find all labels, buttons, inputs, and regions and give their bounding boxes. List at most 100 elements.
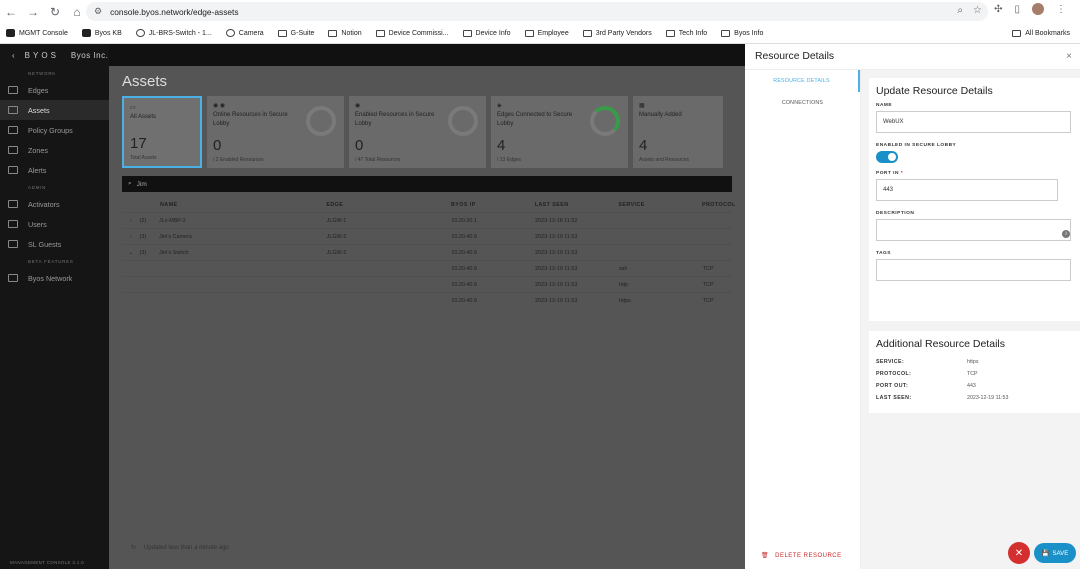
col-service[interactable]: SERVICE [618, 202, 702, 208]
card-edges-connected[interactable]: ◈ Edges Connected to Secure Lobby 4 / 13… [491, 96, 628, 168]
detail-row: PORT OUT: 443 [876, 383, 976, 389]
bookmark-item[interactable]: G-Suite [277, 29, 314, 37]
table-header: NAME EDGE BYOS IP LAST SEEN SERVICE PROT… [122, 198, 735, 212]
detail-row: LAST SEEN: 2023-12-19 11:53 [876, 395, 1009, 401]
home-icon[interactable]: ⌂ [66, 1, 88, 23]
menu-icon[interactable]: ⋮ [1056, 4, 1066, 15]
collapse-row-icon[interactable]: ⌄ [122, 250, 140, 256]
bookmark-item[interactable]: Device Info [462, 29, 511, 37]
site-settings-icon[interactable]: ⚙ [94, 6, 102, 17]
expand-icon[interactable]: › [122, 234, 140, 240]
col-last-seen[interactable]: LAST SEEN [535, 202, 619, 208]
bookmark-item[interactable]: 3rd Party Vendors [582, 29, 652, 37]
name-field[interactable]: WebUX [876, 111, 1071, 133]
lobby-label: ENABLED IN SECURE LOBBY [876, 143, 957, 148]
version-label: MANAGEMENT CONSOLE 3.1.0 [10, 560, 84, 565]
table-row[interactable]: › (2) JLx-MBP-2 JLGW-1 10.20.20.1 2023-1… [122, 212, 732, 228]
sidebar-item-policy-groups[interactable]: Policy Groups [0, 120, 109, 140]
tags-field[interactable] [876, 259, 1071, 281]
tags-label: TAGS [876, 251, 891, 256]
refresh-icon[interactable]: ↻ [131, 544, 136, 551]
bookmark-item[interactable]: Camera [225, 29, 264, 37]
reload-icon[interactable]: ↻ [44, 1, 66, 23]
alerts-icon [8, 166, 18, 174]
tab-connections[interactable]: CONNECTIONS [745, 92, 860, 114]
card-online-resources[interactable]: ◉ ◉ Online Resources in Secure Lobby 0 /… [207, 96, 344, 168]
folder-icon [277, 29, 287, 37]
table-subrow[interactable]: 10.20.40.9 2023-12-19 11:53 http TCP [122, 276, 732, 292]
network-icon [8, 274, 18, 282]
folder-icon [1012, 30, 1022, 37]
back-icon[interactable]: ← [0, 1, 22, 23]
bookmark-item[interactable]: MGMT Console [6, 29, 68, 37]
close-icon[interactable]: × [1066, 51, 1072, 62]
sidebar-item-edges[interactable]: Edges [0, 80, 109, 100]
sidebar-item-activators[interactable]: Activators [0, 194, 109, 214]
url-text: console.byos.network/edge-assets [110, 6, 239, 17]
bookmark-item[interactable]: Notion [328, 29, 362, 37]
sidebar-item-sl-guests[interactable]: SL Guests [0, 234, 109, 254]
bookmark-item[interactable]: Employee [524, 29, 569, 37]
col-name[interactable]: NAME [159, 202, 326, 208]
address-bar[interactable]: ⚙ console.byos.network/edge-assets ⌕ ☆ [86, 2, 988, 21]
cancel-button[interactable]: ✕ [1008, 542, 1030, 564]
profile-avatar[interactable] [1032, 3, 1044, 15]
assets-table: NAME EDGE BYOS IP LAST SEEN SERVICE PROT… [122, 198, 735, 308]
bookmark-item[interactable]: Tech Info [665, 29, 707, 37]
table-row[interactable]: ⌄ (3) Jim's Switch JLGW-2 10.20.40.9 202… [122, 244, 732, 260]
expand-icon[interactable]: › [122, 218, 140, 224]
col-byos-ip[interactable]: BYOS IP [451, 202, 535, 208]
bookmark-item[interactable]: JL-BRS-Switch - 1... [135, 29, 212, 37]
tab-resource-details[interactable]: RESOURCE DETAILS [745, 70, 860, 92]
folder-icon [524, 29, 534, 37]
secure-lobby-toggle[interactable] [876, 151, 898, 163]
close-icon: ✕ [1014, 547, 1024, 559]
users-icon [8, 220, 18, 228]
sidepanel-icon[interactable]: ▯ [1014, 4, 1020, 15]
sidebar-item-users[interactable]: Users [0, 214, 109, 234]
sidebar-item-byos-network[interactable]: Byos Network [0, 268, 109, 288]
table-subrow[interactable]: 10.20.40.9 2023-12-19 11:53 ssh TCP [122, 260, 732, 276]
forward-icon[interactable]: → [22, 1, 44, 23]
card-all-assets[interactable]: ▭ All Assets 17 Total Assets [122, 96, 202, 168]
zoom-icon[interactable]: ⌕ [957, 5, 963, 16]
sidebar-item-alerts[interactable]: Alerts [0, 160, 109, 180]
all-bookmarks[interactable]: All Bookmarks [1012, 23, 1070, 44]
laptop-icon [8, 106, 18, 114]
panel-title: Resource Details [745, 44, 1080, 70]
save-button[interactable]: 💾 SAVE [1034, 543, 1076, 563]
update-form: Update Resource Details NAME WebUX ENABL… [869, 78, 1080, 321]
collapse-icon[interactable]: ‹ [12, 51, 15, 60]
laptop-icon: ▭ [130, 105, 136, 111]
card-manually-added[interactable]: ▦ Manually Added 4 Assets and Resources [633, 96, 723, 168]
delete-resource-button[interactable]: 🗑 DELETE RESOURCE [761, 552, 842, 560]
description-field[interactable] [876, 219, 1071, 241]
progress-ring [306, 106, 336, 136]
manual-icon: ▦ [639, 103, 645, 109]
col-protocol[interactable]: PROTOCOL [702, 202, 735, 208]
info-icon[interactable]: i [1062, 230, 1070, 238]
card-enabled-resources[interactable]: ◉ Enabled Resources in Secure Lobby 0 / … [349, 96, 486, 168]
table-row[interactable]: › (3) Jim's Camera JLGW-2 10.20.40.9 202… [122, 228, 732, 244]
search-input[interactable]: ⌕ Jim [122, 176, 732, 192]
extensions-icon[interactable]: ✣ [994, 4, 1002, 15]
sidebar-item-zones[interactable]: Zones [0, 140, 109, 160]
detail-row: SERVICE: https [876, 359, 979, 365]
globe-icon [225, 29, 235, 37]
bookmark-item[interactable]: Byos Info [721, 29, 763, 37]
progress-ring [590, 106, 620, 136]
sidebar-item-assets[interactable]: Assets [0, 100, 109, 120]
bookmark-item[interactable]: Device Commissi... [375, 29, 449, 37]
bookmark-item[interactable]: Byos KB [81, 29, 122, 37]
search-icon: ⌕ [128, 180, 132, 187]
bookmark-star-icon[interactable]: ☆ [973, 5, 982, 16]
save-icon: 💾 [1041, 550, 1050, 557]
table-subrow[interactable]: 10.20.40.9 2023-12-19 11:53 https TCP [122, 292, 732, 308]
bookmarks-bar: MGMT Console Byos KB JL-BRS-Switch - 1..… [0, 23, 1080, 44]
folder-icon [375, 29, 385, 37]
summary-cards: ▭ All Assets 17 Total Assets ◉ ◉ Online … [122, 96, 732, 168]
port-in-field[interactable]: 443 [876, 179, 1058, 201]
col-edge[interactable]: EDGE [326, 202, 451, 208]
browser-chrome: ← → ↻ ⌂ ⚙ console.byos.network/edge-asse… [0, 0, 1080, 44]
folder-icon [462, 29, 472, 37]
